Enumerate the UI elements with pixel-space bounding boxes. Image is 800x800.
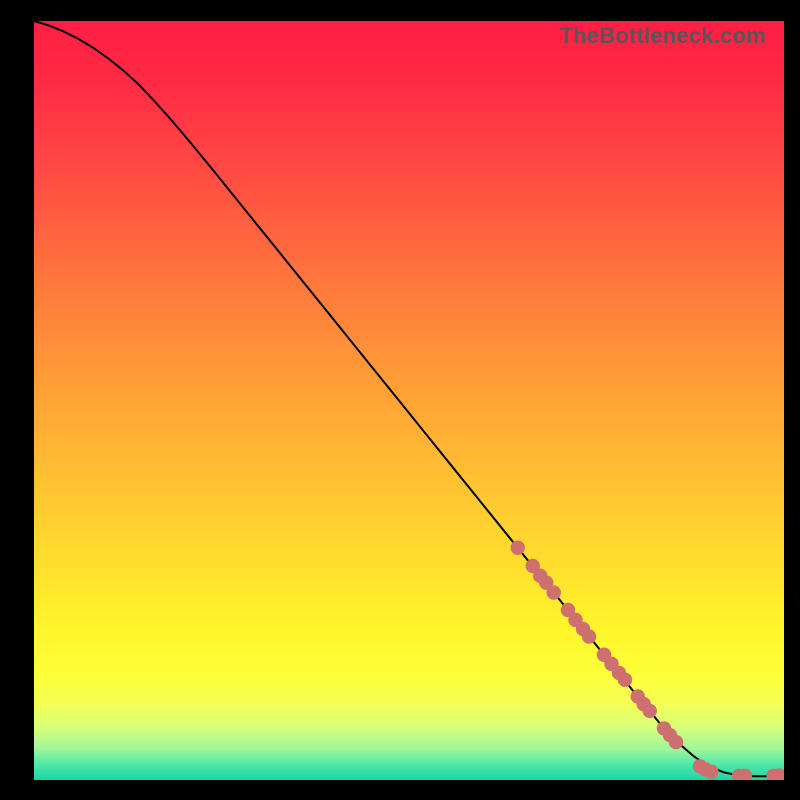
chart-stage: TheBottleneck.com	[0, 0, 800, 800]
data-dot	[511, 541, 525, 555]
data-dot	[618, 673, 632, 687]
data-dot	[669, 735, 683, 749]
data-dot	[643, 704, 657, 718]
data-dot	[547, 585, 561, 599]
plot-area: TheBottleneck.com	[34, 21, 784, 780]
main-curve	[34, 21, 784, 776]
data-dots	[511, 541, 784, 780]
data-dot	[582, 629, 596, 643]
data-dot	[704, 764, 718, 778]
chart-svg	[34, 21, 784, 780]
